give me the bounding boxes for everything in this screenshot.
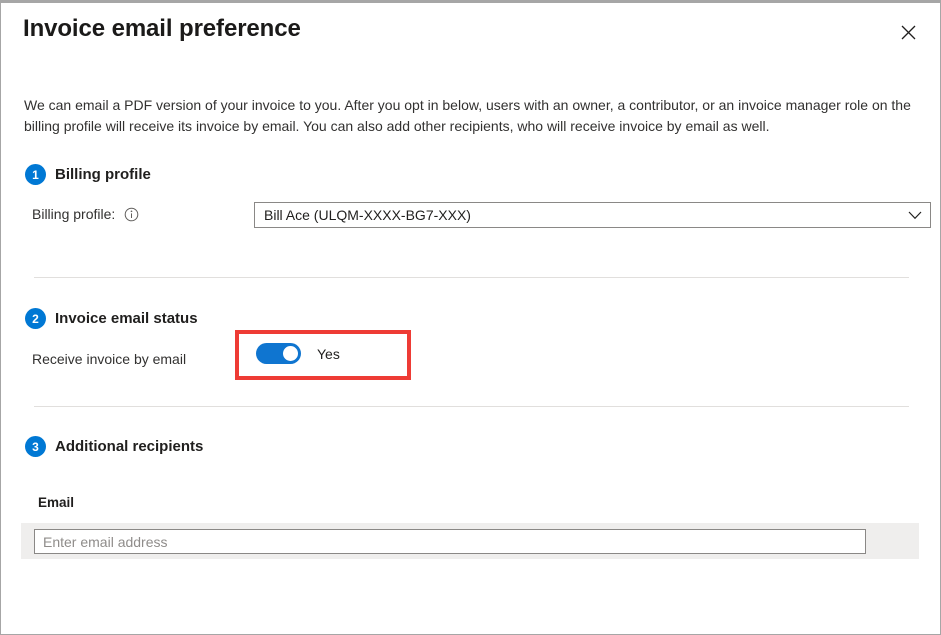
- billing-profile-dropdown[interactable]: Bill Ace (ULQM-XXXX-BG7-XXX): [254, 202, 931, 228]
- receive-invoice-label-text: Receive invoice by email: [32, 351, 186, 367]
- step-badge-2: 2: [25, 308, 46, 329]
- invoice-email-preference-panel: Invoice email preference We can email a …: [0, 0, 941, 635]
- section-heading-billing-profile: 1 Billing profile: [25, 164, 151, 185]
- step-badge-1: 1: [25, 164, 46, 185]
- receive-invoice-by-email-label: Receive invoice by email: [32, 351, 186, 367]
- close-icon: [901, 25, 916, 40]
- section-heading-invoice-email-status: 2 Invoice email status: [25, 308, 198, 329]
- page-title: Invoice email preference: [23, 15, 301, 43]
- section-heading-additional-recipients: 3 Additional recipients: [25, 436, 203, 457]
- divider-2: [34, 406, 909, 407]
- toggle-knob: [283, 346, 298, 361]
- panel-header: Invoice email preference: [1, 3, 940, 65]
- toggle-state-label: Yes: [317, 346, 340, 362]
- receive-invoice-toggle-row: Yes: [256, 343, 340, 364]
- billing-profile-dropdown-value: Bill Ace (ULQM-XXXX-BG7-XXX): [255, 207, 900, 223]
- section-title-additional-recipients: Additional recipients: [55, 438, 203, 455]
- receive-invoice-toggle[interactable]: [256, 343, 301, 364]
- email-input[interactable]: [34, 529, 866, 554]
- intro-description: We can email a PDF version of your invoi…: [24, 95, 914, 137]
- section-title-invoice-email-status: Invoice email status: [55, 310, 198, 327]
- close-button[interactable]: [892, 16, 924, 48]
- email-column-header: Email: [38, 495, 74, 510]
- chevron-down-icon: [900, 211, 930, 220]
- billing-profile-label-text: Billing profile:: [32, 206, 115, 222]
- billing-profile-field-label: Billing profile:: [32, 206, 139, 222]
- section-title-billing-profile: Billing profile: [55, 166, 151, 183]
- info-icon[interactable]: [124, 207, 139, 222]
- divider-1: [34, 277, 909, 278]
- step-badge-3: 3: [25, 436, 46, 457]
